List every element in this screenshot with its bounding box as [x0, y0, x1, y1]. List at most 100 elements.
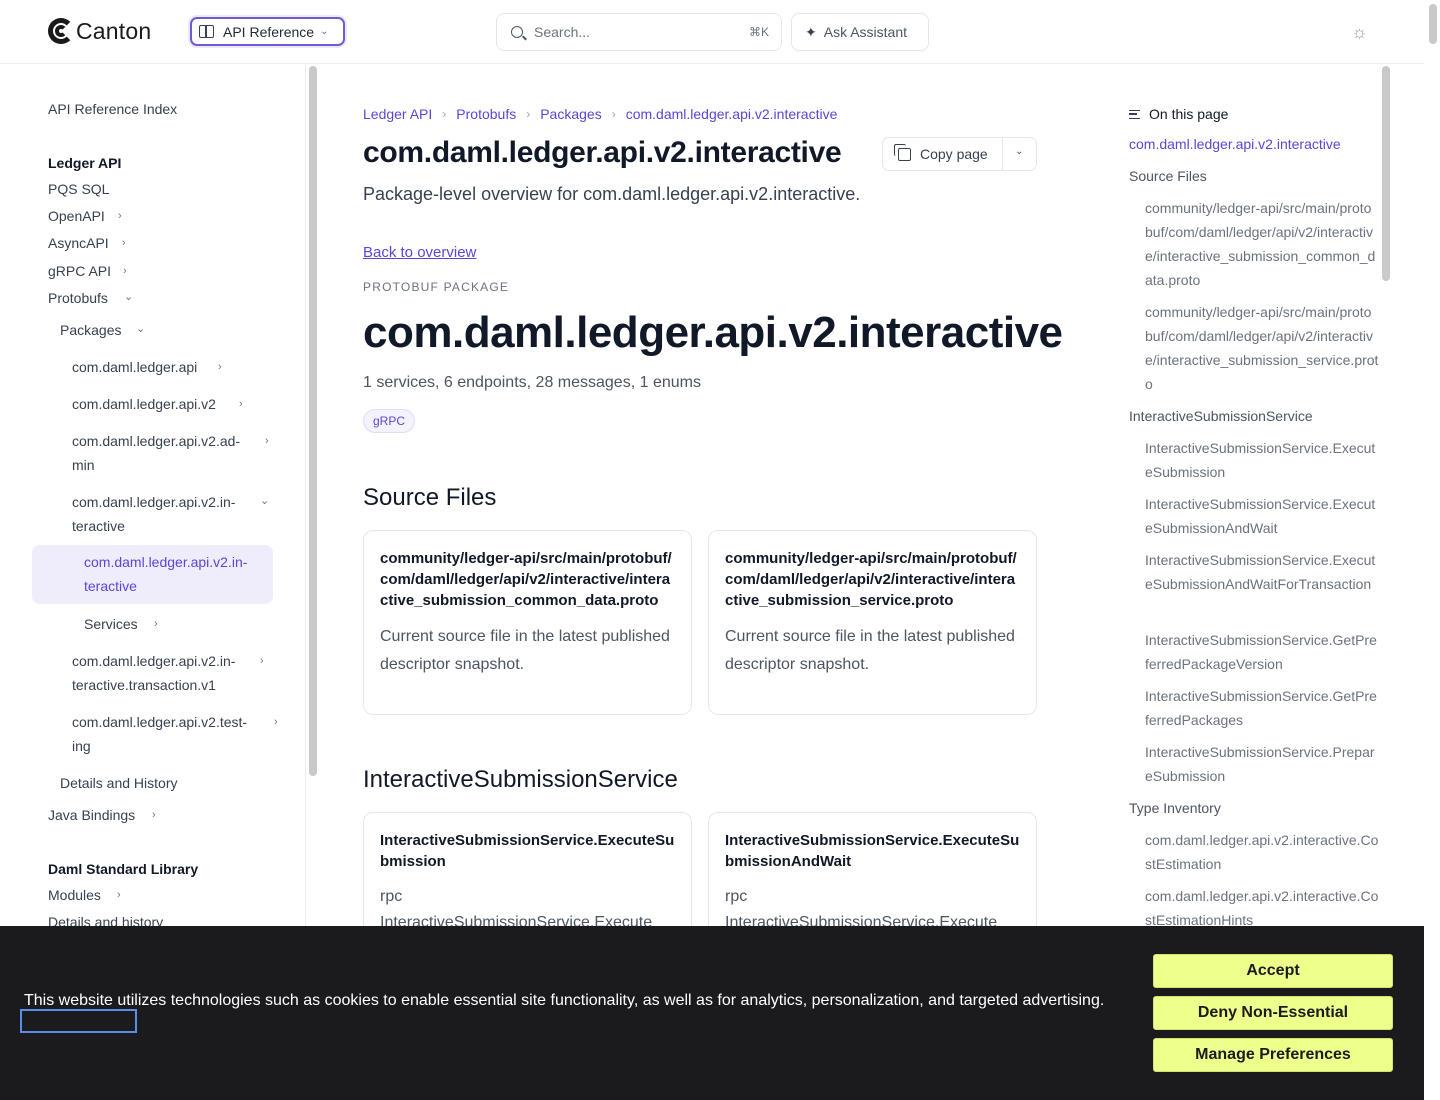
divider: [1002, 138, 1003, 170]
breadcrumb-link[interactable]: Packages: [540, 106, 601, 122]
endpoint-name: InteractiveSubmissionService.ExecuteSubm…: [380, 832, 675, 870]
toc-item[interactable]: InteractiveSubmissionService.ExecuteSubm…: [1145, 436, 1379, 484]
endpoint-card[interactable]: InteractiveSubmissionService.ExecuteSubm…: [708, 812, 1037, 926]
source-file-path: community/ledger-api/src/main/protobuf/c…: [380, 550, 672, 609]
chevron-down-icon[interactable]: ⌄: [260, 494, 269, 507]
chevron-right-icon[interactable]: ›: [152, 809, 156, 821]
toc-item[interactable]: InteractiveSubmissionService.ExecuteSubm…: [1145, 548, 1379, 596]
source-file-card[interactable]: community/ledger-api/src/main/protobuf/c…: [708, 530, 1037, 715]
cookie-message: This website utilizes technologies such …: [24, 992, 1105, 1009]
toc-item[interactable]: com.daml.ledger.api.v2.interactive.CostE…: [1145, 884, 1379, 926]
sidebar-item-details-history-2[interactable]: Details and history: [48, 910, 163, 926]
chevron-down-icon[interactable]: ⌄: [136, 322, 145, 335]
toc-item-active[interactable]: com.daml.ledger.api.v2.interactive: [1129, 132, 1379, 156]
endpoint-signature: InteractiveSubmissionService.Execute: [725, 914, 998, 926]
sparkle-icon: ✦: [805, 23, 817, 40]
sidebar-item-pqs-sql[interactable]: PQS SQL: [48, 177, 109, 201]
copy-page-button[interactable]: Copy page ⌄: [882, 137, 1037, 171]
brand-name: Canton: [76, 17, 152, 44]
toc-scrollbar[interactable]: [1382, 66, 1390, 281]
eyebrow-label: PROTOBUF PACKAGE: [363, 280, 510, 294]
sidebar-item-grpc-api[interactable]: gRPC API: [48, 259, 111, 283]
sidebar-item-pkg-interactive[interactable]: com.daml.ledger.api.v2.in-: [72, 490, 235, 514]
deny-non-essential-button[interactable]: Deny Non-Essential: [1153, 996, 1393, 1030]
section-switcher[interactable]: API Reference ⌄: [190, 17, 345, 46]
chevron-right-icon[interactable]: ›: [265, 435, 269, 447]
sidebar-item-packages[interactable]: Packages: [60, 318, 121, 342]
source-file-path: community/ledger-api/src/main/protobuf/c…: [725, 550, 1017, 609]
toc-item[interactable]: Type Inventory: [1129, 796, 1379, 820]
ask-assistant-button[interactable]: ✦ Ask Assistant: [791, 13, 929, 51]
endpoint-signature: InteractiveSubmissionService.Execute: [380, 914, 653, 926]
ask-assistant-label: Ask Assistant: [823, 24, 907, 40]
toc-item[interactable]: community/ledger-api/src/main/protobuf/c…: [1145, 196, 1379, 292]
sidebar-heading-ledger-api: Ledger API: [48, 155, 122, 171]
breadcrumb-current[interactable]: com.daml.ledger.api.v2.interactive: [626, 106, 838, 122]
toc-item[interactable]: InteractiveSubmissionService.GetPreferre…: [1145, 628, 1379, 676]
toc-item[interactable]: com.daml.ledger.api.v2.interactive.CostE…: [1145, 828, 1379, 876]
endpoint-card[interactable]: InteractiveSubmissionService.ExecuteSubm…: [363, 812, 692, 926]
toc-heading: On this page: [1129, 106, 1228, 122]
sidebar-item-pkg-interactive-cont[interactable]: teractive: [72, 514, 125, 538]
sidebar-item-asyncapi[interactable]: AsyncAPI: [48, 231, 109, 255]
sidebar-item-pkg-v2[interactable]: com.daml.ledger.api.v2: [72, 392, 216, 416]
sidebar-item-details-history[interactable]: Details and History: [60, 771, 178, 795]
chevron-down-icon[interactable]: ⌄: [1015, 146, 1023, 157]
theme-toggle-sun-icon[interactable]: ☼: [1351, 22, 1368, 42]
chevron-right-icon[interactable]: ›: [117, 889, 121, 901]
chevron-right-icon[interactable]: ›: [154, 618, 158, 630]
sidebar-item-pkg-testing-cont[interactable]: ing: [72, 734, 91, 758]
sidebar-item-java-bindings[interactable]: Java Bindings: [48, 803, 135, 827]
top-header: Canton API Reference ⌄ Search... ⌘K ✦ As…: [0, 0, 1424, 64]
sidebar-item-openapi[interactable]: OpenAPI: [48, 204, 105, 228]
sidebar-item-pkg-admin[interactable]: com.daml.ledger.api.v2.ad-: [72, 429, 240, 453]
chevron-down-icon: ⌄: [320, 26, 329, 37]
manage-preferences-button[interactable]: Manage Preferences: [1153, 1038, 1393, 1072]
toc-item[interactable]: community/ledger-api/src/main/protobuf/c…: [1145, 300, 1379, 396]
sidebar-item-protobufs[interactable]: Protobufs: [48, 286, 108, 310]
canton-logo-icon: [48, 16, 74, 46]
chevron-right-icon[interactable]: ›: [218, 361, 222, 373]
page-scrollbar[interactable]: [1429, 4, 1437, 44]
chevron-right-icon[interactable]: ›: [122, 237, 126, 249]
source-file-card[interactable]: community/ledger-api/src/main/protobuf/c…: [363, 530, 692, 715]
source-file-description: Current source file in the latest publis…: [380, 628, 670, 673]
chevron-right-icon: ›: [442, 107, 447, 121]
canton-logo[interactable]: Canton: [48, 16, 151, 46]
toc-item[interactable]: InteractiveSubmissionService.PrepareSubm…: [1145, 740, 1379, 788]
toc-item[interactable]: InteractiveSubmissionService.GetPreferre…: [1145, 684, 1379, 732]
breadcrumb-link[interactable]: Protobufs: [456, 106, 516, 122]
chevron-right-icon[interactable]: ›: [239, 398, 243, 410]
sidebar-item-api-reference-index[interactable]: API Reference Index: [48, 97, 177, 121]
sidebar-heading-daml-stdlib: Daml Standard Library: [48, 861, 199, 877]
sidebar-scrollbar[interactable]: [309, 66, 317, 776]
search-input[interactable]: Search... ⌘K: [496, 13, 782, 51]
package-title: com.daml.ledger.api.v2.interactive: [363, 308, 1063, 357]
sidebar-item-active[interactable]: com.daml.ledger.api.v2.in- teractive: [84, 550, 269, 598]
sidebar-item-services[interactable]: Services: [84, 612, 138, 636]
sidebar-item-modules[interactable]: Modules: [48, 883, 101, 907]
sidebar-item-pkg-testing[interactable]: com.daml.ledger.api.v2.test-: [72, 710, 247, 734]
chevron-down-icon[interactable]: ⌄: [124, 290, 133, 303]
breadcrumb-link[interactable]: Ledger API: [363, 106, 432, 122]
main-content: Ledger API › Protobufs › Packages › com.…: [320, 64, 1080, 926]
chevron-right-icon[interactable]: ›: [118, 210, 122, 222]
toc-item[interactable]: InteractiveSubmissionService: [1129, 404, 1379, 428]
chevron-right-icon[interactable]: ›: [274, 716, 278, 728]
cookie-banner: This website utilizes technologies such …: [0, 926, 1424, 1100]
protocol-badge: gRPC: [363, 409, 416, 433]
sidebar-item-pkg-admin-cont[interactable]: min: [72, 453, 95, 477]
sidebar-item-pkg-transaction-cont[interactable]: teractive.transaction.v1: [72, 673, 216, 697]
sidebar-item-pkg-transaction[interactable]: com.daml.ledger.api.v2.in-: [72, 649, 235, 673]
chevron-right-icon[interactable]: ›: [260, 655, 264, 667]
section-heading-service: InteractiveSubmissionService: [363, 766, 678, 793]
back-to-overview-link[interactable]: Back to overview: [363, 244, 476, 261]
source-file-description: Current source file in the latest publis…: [725, 628, 1015, 673]
chevron-right-icon[interactable]: ›: [123, 265, 127, 277]
privacy-policy-link[interactable]: Privacy Policy: [20, 1009, 137, 1033]
chevron-right-icon: ›: [611, 107, 616, 121]
accept-button[interactable]: Accept: [1153, 954, 1393, 988]
sidebar-item-pkg-api[interactable]: com.daml.ledger.api: [72, 355, 197, 379]
toc-item[interactable]: Source Files: [1129, 164, 1379, 188]
toc-item[interactable]: InteractiveSubmissionService.ExecuteSubm…: [1145, 492, 1379, 540]
